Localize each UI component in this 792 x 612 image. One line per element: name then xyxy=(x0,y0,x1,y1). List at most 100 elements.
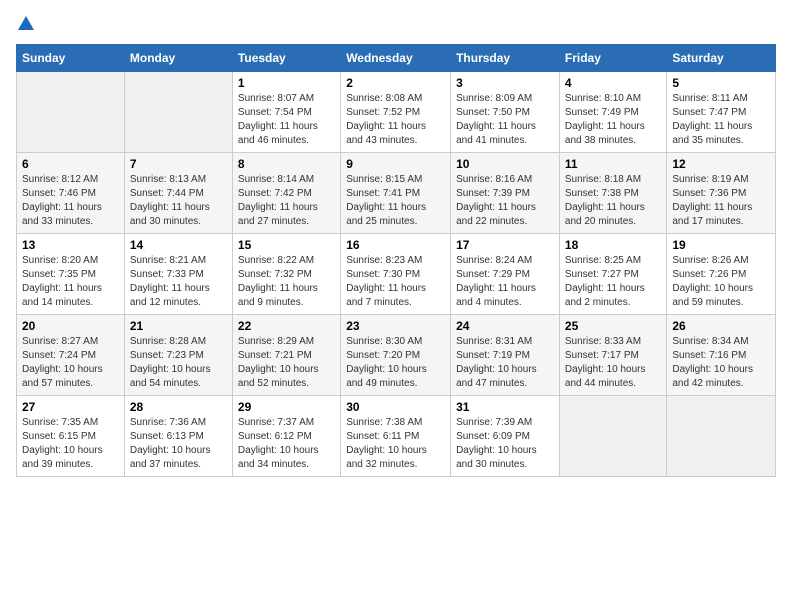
day-info: Sunrise: 8:19 AM Sunset: 7:36 PM Dayligh… xyxy=(672,173,770,229)
calendar-cell: 17 Sunrise: 8:24 AM Sunset: 7:29 PM Dayli… xyxy=(451,234,560,315)
calendar-cell: 12 Sunrise: 8:19 AM Sunset: 7:36 PM Dayli… xyxy=(667,153,776,234)
day-number: 11 xyxy=(565,157,661,171)
calendar-cell xyxy=(124,72,232,153)
day-info: Sunrise: 8:21 AM Sunset: 7:33 PM Dayligh… xyxy=(130,254,227,310)
day-info: Sunrise: 7:35 AM Sunset: 6:15 PM Dayligh… xyxy=(22,416,119,472)
day-info: Sunrise: 7:37 AM Sunset: 6:12 PM Dayligh… xyxy=(238,416,335,472)
day-number: 20 xyxy=(22,319,119,333)
day-number: 2 xyxy=(346,76,445,90)
calendar-cell: 22Sunrise: 8:29 AM Sunset: 7:21 PM Dayli… xyxy=(232,315,340,396)
week-row-4: 20 Sunrise: 8:27 AM Sunset: 7:24 PM Dayli… xyxy=(17,315,776,396)
day-info: Sunrise: 8:20 AM Sunset: 7:35 PM Dayligh… xyxy=(22,254,119,310)
day-number: 4 xyxy=(565,76,661,90)
day-header-monday: Monday xyxy=(124,45,232,72)
calendar-cell: 15Sunrise: 8:22 AM Sunset: 7:32 PM Dayli… xyxy=(232,234,340,315)
calendar-cell: 9 Sunrise: 8:15 AM Sunset: 7:41 PM Daylig… xyxy=(341,153,451,234)
day-header-saturday: Saturday xyxy=(667,45,776,72)
day-number: 7 xyxy=(130,157,227,171)
calendar-cell: 4 Sunrise: 8:10 AM Sunset: 7:49 PM Daylig… xyxy=(559,72,666,153)
day-header-tuesday: Tuesday xyxy=(232,45,340,72)
day-number: 25 xyxy=(565,319,661,333)
calendar-cell: 5Sunrise: 8:11 AM Sunset: 7:47 PM Daylig… xyxy=(667,72,776,153)
day-number: 10 xyxy=(456,157,554,171)
calendar-cell: 19 Sunrise: 8:26 AM Sunset: 7:26 PM Dayli… xyxy=(667,234,776,315)
day-number: 8 xyxy=(238,157,335,171)
calendar-cell: 27 Sunrise: 7:35 AM Sunset: 6:15 PM Dayli… xyxy=(17,396,125,477)
calendar-cell: 10 Sunrise: 8:16 AM Sunset: 7:39 PM Dayli… xyxy=(451,153,560,234)
day-info: Sunrise: 8:14 AM Sunset: 7:42 PM Dayligh… xyxy=(238,173,335,229)
day-number: 9 xyxy=(346,157,445,171)
calendar-cell: 24 Sunrise: 8:31 AM Sunset: 7:19 PM Dayli… xyxy=(451,315,560,396)
day-info: Sunrise: 8:11 AM Sunset: 7:47 PM Dayligh… xyxy=(672,92,770,148)
day-info: Sunrise: 7:38 AM Sunset: 6:11 PM Dayligh… xyxy=(346,416,445,472)
day-number: 13 xyxy=(22,238,119,252)
day-info: Sunrise: 8:30 AM Sunset: 7:20 PM Dayligh… xyxy=(346,335,445,391)
calendar-cell: 14 Sunrise: 8:21 AM Sunset: 7:33 PM Dayli… xyxy=(124,234,232,315)
day-info: Sunrise: 8:13 AM Sunset: 7:44 PM Dayligh… xyxy=(130,173,227,229)
day-number: 31 xyxy=(456,400,554,414)
day-info: Sunrise: 8:09 AM Sunset: 7:50 PM Dayligh… xyxy=(456,92,554,148)
calendar-cell: 21Sunrise: 8:28 AM Sunset: 7:23 PM Dayli… xyxy=(124,315,232,396)
day-info: Sunrise: 8:15 AM Sunset: 7:41 PM Dayligh… xyxy=(346,173,445,229)
day-number: 19 xyxy=(672,238,770,252)
day-number: 29 xyxy=(238,400,335,414)
calendar-cell: 11 Sunrise: 8:18 AM Sunset: 7:38 PM Dayli… xyxy=(559,153,666,234)
day-info: Sunrise: 8:34 AM Sunset: 7:16 PM Dayligh… xyxy=(672,335,770,391)
day-number: 12 xyxy=(672,157,770,171)
calendar-body: 1Sunrise: 8:07 AM Sunset: 7:54 PM Daylig… xyxy=(17,72,776,477)
day-header-thursday: Thursday xyxy=(451,45,560,72)
day-info: Sunrise: 8:28 AM Sunset: 7:23 PM Dayligh… xyxy=(130,335,227,391)
week-row-2: 6 Sunrise: 8:12 AM Sunset: 7:46 PM Daylig… xyxy=(17,153,776,234)
calendar-cell: 18 Sunrise: 8:25 AM Sunset: 7:27 PM Dayli… xyxy=(559,234,666,315)
calendar-cell: 16Sunrise: 8:23 AM Sunset: 7:30 PM Dayli… xyxy=(341,234,451,315)
calendar-cell: 28 Sunrise: 7:36 AM Sunset: 6:13 PM Dayli… xyxy=(124,396,232,477)
day-info: Sunrise: 8:10 AM Sunset: 7:49 PM Dayligh… xyxy=(565,92,661,148)
day-header-wednesday: Wednesday xyxy=(341,45,451,72)
day-number: 14 xyxy=(130,238,227,252)
day-number: 6 xyxy=(22,157,119,171)
day-number: 15 xyxy=(238,238,335,252)
day-info: Sunrise: 8:27 AM Sunset: 7:24 PM Dayligh… xyxy=(22,335,119,391)
day-info: Sunrise: 8:18 AM Sunset: 7:38 PM Dayligh… xyxy=(565,173,661,229)
calendar-cell: 7 Sunrise: 8:13 AM Sunset: 7:44 PM Daylig… xyxy=(124,153,232,234)
week-row-5: 27 Sunrise: 7:35 AM Sunset: 6:15 PM Dayli… xyxy=(17,396,776,477)
day-info: Sunrise: 8:29 AM Sunset: 7:21 PM Dayligh… xyxy=(238,335,335,391)
logo-triangle-icon xyxy=(18,16,34,30)
calendar-cell: 23 Sunrise: 8:30 AM Sunset: 7:20 PM Dayli… xyxy=(341,315,451,396)
day-info: Sunrise: 8:24 AM Sunset: 7:29 PM Dayligh… xyxy=(456,254,554,310)
day-info: Sunrise: 8:33 AM Sunset: 7:17 PM Dayligh… xyxy=(565,335,661,391)
day-info: Sunrise: 7:39 AM Sunset: 6:09 PM Dayligh… xyxy=(456,416,554,472)
day-header-sunday: Sunday xyxy=(17,45,125,72)
day-info: Sunrise: 8:31 AM Sunset: 7:19 PM Dayligh… xyxy=(456,335,554,391)
header xyxy=(16,16,776,32)
day-number: 3 xyxy=(456,76,554,90)
calendar-cell xyxy=(559,396,666,477)
calendar-cell: 20 Sunrise: 8:27 AM Sunset: 7:24 PM Dayli… xyxy=(17,315,125,396)
day-info: Sunrise: 8:23 AM Sunset: 7:30 PM Dayligh… xyxy=(346,254,445,310)
day-info: Sunrise: 8:16 AM Sunset: 7:39 PM Dayligh… xyxy=(456,173,554,229)
calendar-cell: 2Sunrise: 8:08 AM Sunset: 7:52 PM Daylig… xyxy=(341,72,451,153)
day-info: Sunrise: 8:26 AM Sunset: 7:26 PM Dayligh… xyxy=(672,254,770,310)
day-number: 30 xyxy=(346,400,445,414)
day-info: Sunrise: 8:12 AM Sunset: 7:46 PM Dayligh… xyxy=(22,173,119,229)
day-number: 17 xyxy=(456,238,554,252)
calendar-cell: 30 Sunrise: 7:38 AM Sunset: 6:11 PM Dayli… xyxy=(341,396,451,477)
day-info: Sunrise: 7:36 AM Sunset: 6:13 PM Dayligh… xyxy=(130,416,227,472)
week-row-1: 1Sunrise: 8:07 AM Sunset: 7:54 PM Daylig… xyxy=(17,72,776,153)
day-header-friday: Friday xyxy=(559,45,666,72)
calendar-header-row: SundayMondayTuesdayWednesdayThursdayFrid… xyxy=(17,45,776,72)
day-number: 26 xyxy=(672,319,770,333)
calendar-cell: 3 Sunrise: 8:09 AM Sunset: 7:50 PM Daylig… xyxy=(451,72,560,153)
day-info: Sunrise: 8:25 AM Sunset: 7:27 PM Dayligh… xyxy=(565,254,661,310)
calendar-cell: 8 Sunrise: 8:14 AM Sunset: 7:42 PM Daylig… xyxy=(232,153,340,234)
calendar-cell: 1Sunrise: 8:07 AM Sunset: 7:54 PM Daylig… xyxy=(232,72,340,153)
day-number: 28 xyxy=(130,400,227,414)
day-number: 1 xyxy=(238,76,335,90)
calendar-cell: 31 Sunrise: 7:39 AM Sunset: 6:09 PM Dayli… xyxy=(451,396,560,477)
day-number: 23 xyxy=(346,319,445,333)
day-number: 18 xyxy=(565,238,661,252)
day-number: 24 xyxy=(456,319,554,333)
day-number: 27 xyxy=(22,400,119,414)
week-row-3: 13 Sunrise: 8:20 AM Sunset: 7:35 PM Dayli… xyxy=(17,234,776,315)
calendar-table: SundayMondayTuesdayWednesdayThursdayFrid… xyxy=(16,44,776,477)
